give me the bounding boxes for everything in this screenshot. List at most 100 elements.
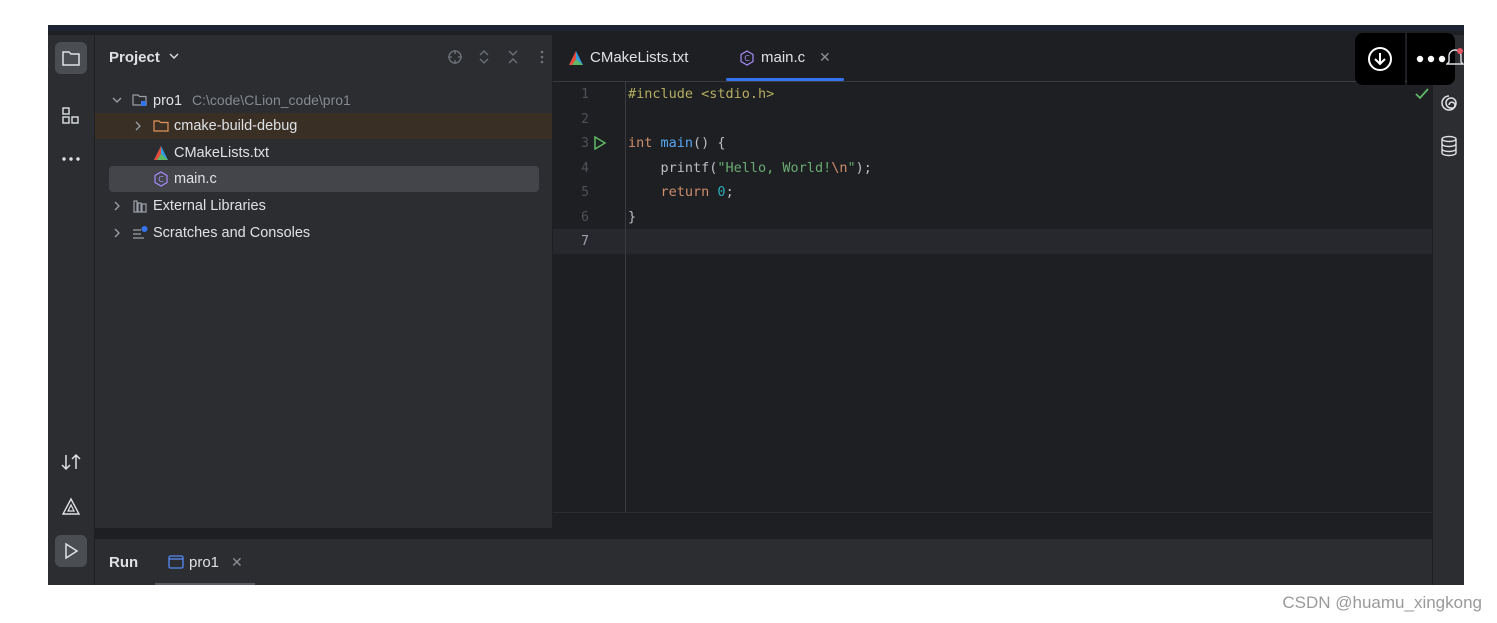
download-button[interactable] xyxy=(1355,33,1405,85)
chevron-right-icon[interactable] xyxy=(112,199,122,213)
tree-item-label: main.c xyxy=(174,171,217,187)
code-editor[interactable]: 1 2 3 4 5 6 7 #include <stdio.h> int main() { p… xyxy=(553,82,1432,512)
chevron-right-icon[interactable] xyxy=(112,226,122,240)
project-tool-button[interactable] xyxy=(55,42,87,74)
structure-tool-button[interactable] xyxy=(55,100,87,132)
tab-label: main.c xyxy=(761,49,806,66)
library-icon xyxy=(133,200,147,213)
editor-bottom-area xyxy=(553,512,1432,529)
code-token: 0 xyxy=(717,184,726,200)
code-token: } xyxy=(628,208,637,225)
download-icon xyxy=(1368,47,1392,71)
c-file-icon: C xyxy=(154,171,168,187)
tab-cmakelists[interactable]: CMakeLists.txt xyxy=(565,35,715,81)
tree-item-scratches[interactable]: Scratches and Consoles xyxy=(95,220,552,246)
current-line-highlight xyxy=(553,229,1432,254)
tree-item-cmake-build-debug[interactable]: cmake-build-debug xyxy=(95,113,552,139)
code-line: printf("Hello, World!\n"); xyxy=(628,160,872,176)
run-tool-button[interactable] xyxy=(55,535,87,567)
code-token: "Hello, World! xyxy=(717,159,832,176)
tree-item-main-c[interactable]: C main.c xyxy=(95,166,552,192)
cmake-icon xyxy=(154,146,168,160)
chevron-down-icon[interactable] xyxy=(169,52,179,60)
ide-window: Project pro1 C:\code\CLion_code\pro1 cmak… xyxy=(48,25,1464,585)
code-token: ; xyxy=(725,184,734,200)
play-icon xyxy=(65,542,79,560)
sort-arrows-icon xyxy=(61,453,81,471)
cmake-tool-button[interactable] xyxy=(55,491,87,523)
line-number: 1 xyxy=(581,87,589,102)
cmake-outline-icon xyxy=(61,497,81,515)
run-gutter-icon[interactable] xyxy=(593,136,607,150)
code-token: return xyxy=(660,184,718,200)
code-token: ); xyxy=(855,159,872,176)
console-icon xyxy=(168,555,184,569)
line-number: 5 xyxy=(581,185,589,200)
database-icon[interactable] xyxy=(1440,135,1458,157)
close-icon[interactable]: ✕ xyxy=(231,554,243,571)
watermark: CSDN @huamu_xingkong xyxy=(1282,593,1482,612)
more-horizontal-icon xyxy=(62,157,80,161)
more-tools-button[interactable] xyxy=(55,143,87,175)
tab-main-c[interactable]: C main.c ✕ xyxy=(726,35,844,81)
tree-item-root[interactable]: pro1 C:\code\CLion_code\pro1 xyxy=(95,87,552,113)
line-number: 4 xyxy=(581,160,589,176)
code-line: int main() { xyxy=(628,135,726,151)
c-file-icon: C xyxy=(740,50,754,66)
tree-item-label: External Libraries xyxy=(153,198,266,214)
tab-label: CMakeLists.txt xyxy=(590,49,689,66)
project-name: pro1 xyxy=(153,93,183,109)
editor-gutter: 1 2 3 4 5 6 7 xyxy=(553,82,626,512)
project-panel-title[interactable]: Project xyxy=(109,49,160,66)
chevron-right-icon[interactable] xyxy=(133,119,143,133)
code-token: #include <stdio.h> xyxy=(628,86,775,102)
window-top-edge xyxy=(48,25,1464,35)
code-token: " xyxy=(847,159,856,176)
vcs-tool-button[interactable] xyxy=(55,446,87,478)
notification-bell-icon[interactable] xyxy=(1446,47,1464,69)
code-line: #include <stdio.h> xyxy=(628,86,774,102)
right-tool-strip xyxy=(1432,35,1464,585)
tree-item-label: cmake-build-debug xyxy=(174,118,298,134)
code-token: printf( xyxy=(628,159,718,176)
more-horizontal-icon xyxy=(1416,55,1446,63)
module-folder-icon xyxy=(132,94,147,106)
ai-assistant-icon[interactable] xyxy=(1439,93,1459,113)
run-panel-title: Run xyxy=(109,554,139,571)
editor-tab-bar: CMakeLists.txt C main.c ✕ xyxy=(553,35,1464,82)
svg-text:C: C xyxy=(158,175,164,184)
project-path: C:\code\CLion_code\pro1 xyxy=(192,92,351,108)
code-token: \n xyxy=(831,159,848,176)
project-panel: Project pro1 C:\code\CLion_code\pro1 cmak… xyxy=(95,35,577,528)
tree-item-label: CMakeLists.txt xyxy=(174,145,270,161)
project-panel-header: Project xyxy=(95,35,577,79)
run-tab-pro1[interactable]: pro1 ✕ xyxy=(155,539,255,585)
chevron-down-icon[interactable] xyxy=(112,93,122,107)
tree-item-cmakelists[interactable]: CMakeLists.txt xyxy=(95,140,552,166)
tree-item-label: Scratches and Consoles xyxy=(153,225,311,241)
left-tool-strip xyxy=(48,35,95,585)
line-number: 3 xyxy=(581,136,589,151)
code-token: () { xyxy=(693,135,726,151)
code-line: } xyxy=(628,209,636,225)
locate-icon[interactable] xyxy=(445,47,465,67)
tree-item-external-libraries[interactable]: External Libraries xyxy=(95,193,552,219)
structure-icon xyxy=(62,107,79,124)
code-token: main xyxy=(660,135,694,151)
active-tab-indicator xyxy=(726,78,844,81)
active-tab-indicator xyxy=(155,583,255,585)
code-line: return 0; xyxy=(628,184,734,200)
close-icon[interactable]: ✕ xyxy=(819,49,831,66)
panel-options-icon[interactable] xyxy=(532,47,552,67)
run-panel-bar: Run pro1 ✕ xyxy=(95,538,1432,585)
line-number: 2 xyxy=(581,111,589,127)
line-number: 6 xyxy=(581,209,589,225)
scratches-icon xyxy=(133,226,148,239)
collapse-all-icon[interactable] xyxy=(503,47,523,67)
code-token: int xyxy=(628,135,661,151)
line-number: 7 xyxy=(581,234,589,249)
run-tab-label: pro1 xyxy=(189,554,220,571)
expand-all-icon[interactable] xyxy=(474,47,494,67)
excluded-folder-icon xyxy=(153,120,169,132)
